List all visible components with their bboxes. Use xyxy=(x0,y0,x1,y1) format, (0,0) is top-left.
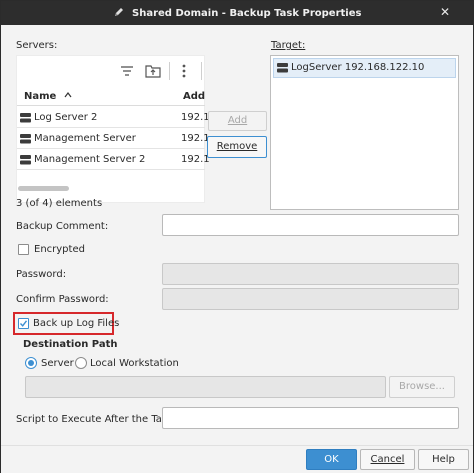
remove-button[interactable]: Remove xyxy=(207,136,267,158)
toolbar-separator-2 xyxy=(201,62,202,80)
column-header-name[interactable]: Name xyxy=(24,91,72,102)
row-name: Log Server 2 xyxy=(34,112,98,123)
radio-local-workstation[interactable] xyxy=(75,357,87,369)
title-bar[interactable]: Shared Domain - Backup Task Properties ✕ xyxy=(1,1,473,25)
column-header-address[interactable]: Add xyxy=(183,91,205,102)
backup-log-files-checkbox[interactable] xyxy=(18,318,29,329)
toolbar-separator xyxy=(169,62,170,80)
servers-count: 3 (of 4) elements xyxy=(16,198,103,209)
destination-path-input[interactable] xyxy=(25,376,386,398)
password-field[interactable] xyxy=(162,263,459,285)
encrypted-label[interactable]: Encrypted xyxy=(34,244,85,255)
remove-button-label: Remove xyxy=(216,141,258,152)
row-name: Management Server xyxy=(34,133,136,144)
confirm-password-label: Confirm Password: xyxy=(16,294,109,305)
pen-icon xyxy=(114,8,123,16)
horizontal-scrollbar[interactable] xyxy=(18,186,69,191)
sort-ascending-icon xyxy=(64,92,72,98)
cancel-button-label: Cancel xyxy=(370,454,405,465)
backup-comment-input[interactable] xyxy=(162,214,459,236)
row-address: 192.1 xyxy=(181,133,210,144)
window-title: Shared Domain - Backup Task Properties xyxy=(132,8,362,19)
script-label: Script to Execute After the Task: xyxy=(16,414,177,425)
folder-up-icon[interactable] xyxy=(144,62,162,80)
backup-task-properties-dialog: Shared Domain - Backup Task Properties ✕… xyxy=(0,0,474,473)
server-icon xyxy=(20,155,31,165)
cancel-button[interactable]: Cancel xyxy=(360,449,415,470)
title-wrap: Shared Domain - Backup Task Properties xyxy=(1,6,473,19)
destination-path-label: Destination Path xyxy=(23,339,118,350)
servers-label: Servers: xyxy=(16,40,58,51)
table-row[interactable]: Log Server 2 192.1 xyxy=(17,108,210,128)
target-item-label: LogServer 192.168.122.10 xyxy=(291,62,425,73)
row-address: 192.1 xyxy=(181,112,210,123)
server-icon xyxy=(277,63,288,73)
close-icon[interactable]: ✕ xyxy=(437,4,453,20)
more-options-icon[interactable] xyxy=(175,62,193,80)
target-list[interactable]: LogServer 192.168.122.10 xyxy=(270,55,459,210)
target-label-text: Target: xyxy=(271,40,306,51)
row-name: Management Server 2 xyxy=(34,154,146,165)
backup-log-files-label[interactable]: Back up Log Files xyxy=(33,318,119,329)
radio-server[interactable] xyxy=(25,357,37,369)
password-label: Password: xyxy=(16,269,67,280)
help-button-label: Help xyxy=(432,454,455,465)
target-label: Target: xyxy=(271,40,305,51)
add-button-label: Add xyxy=(227,115,248,126)
column-name-label: Name xyxy=(24,91,57,102)
ok-button[interactable]: OK xyxy=(306,449,357,470)
radio-local-workstation-label[interactable]: Local Workstation xyxy=(90,358,179,369)
server-icon xyxy=(20,113,31,123)
confirm-password-field[interactable] xyxy=(162,288,459,310)
help-button[interactable]: Help xyxy=(418,449,469,470)
table-row[interactable]: Management Server 192.1 xyxy=(17,129,210,149)
backup-comment-label: Backup Comment: xyxy=(16,221,109,232)
browse-button[interactable]: Browse... xyxy=(389,376,455,398)
script-input[interactable] xyxy=(162,407,459,429)
table-row[interactable]: Management Server 2 192.1 xyxy=(17,150,210,170)
encrypted-checkbox[interactable] xyxy=(18,244,29,255)
header-divider xyxy=(17,105,205,106)
backup-log-files-label-text: Back up Log Files xyxy=(33,318,120,329)
radio-server-label[interactable]: Server xyxy=(41,358,74,369)
checkmark-icon xyxy=(19,320,28,327)
server-icon xyxy=(20,134,31,144)
add-button[interactable]: Add xyxy=(208,111,267,131)
filter-icon[interactable] xyxy=(118,62,136,80)
row-address: 192.1 xyxy=(181,154,210,165)
target-item[interactable]: LogServer 192.168.122.10 xyxy=(273,58,456,78)
encrypted-label-text: Encrypted xyxy=(34,244,85,255)
